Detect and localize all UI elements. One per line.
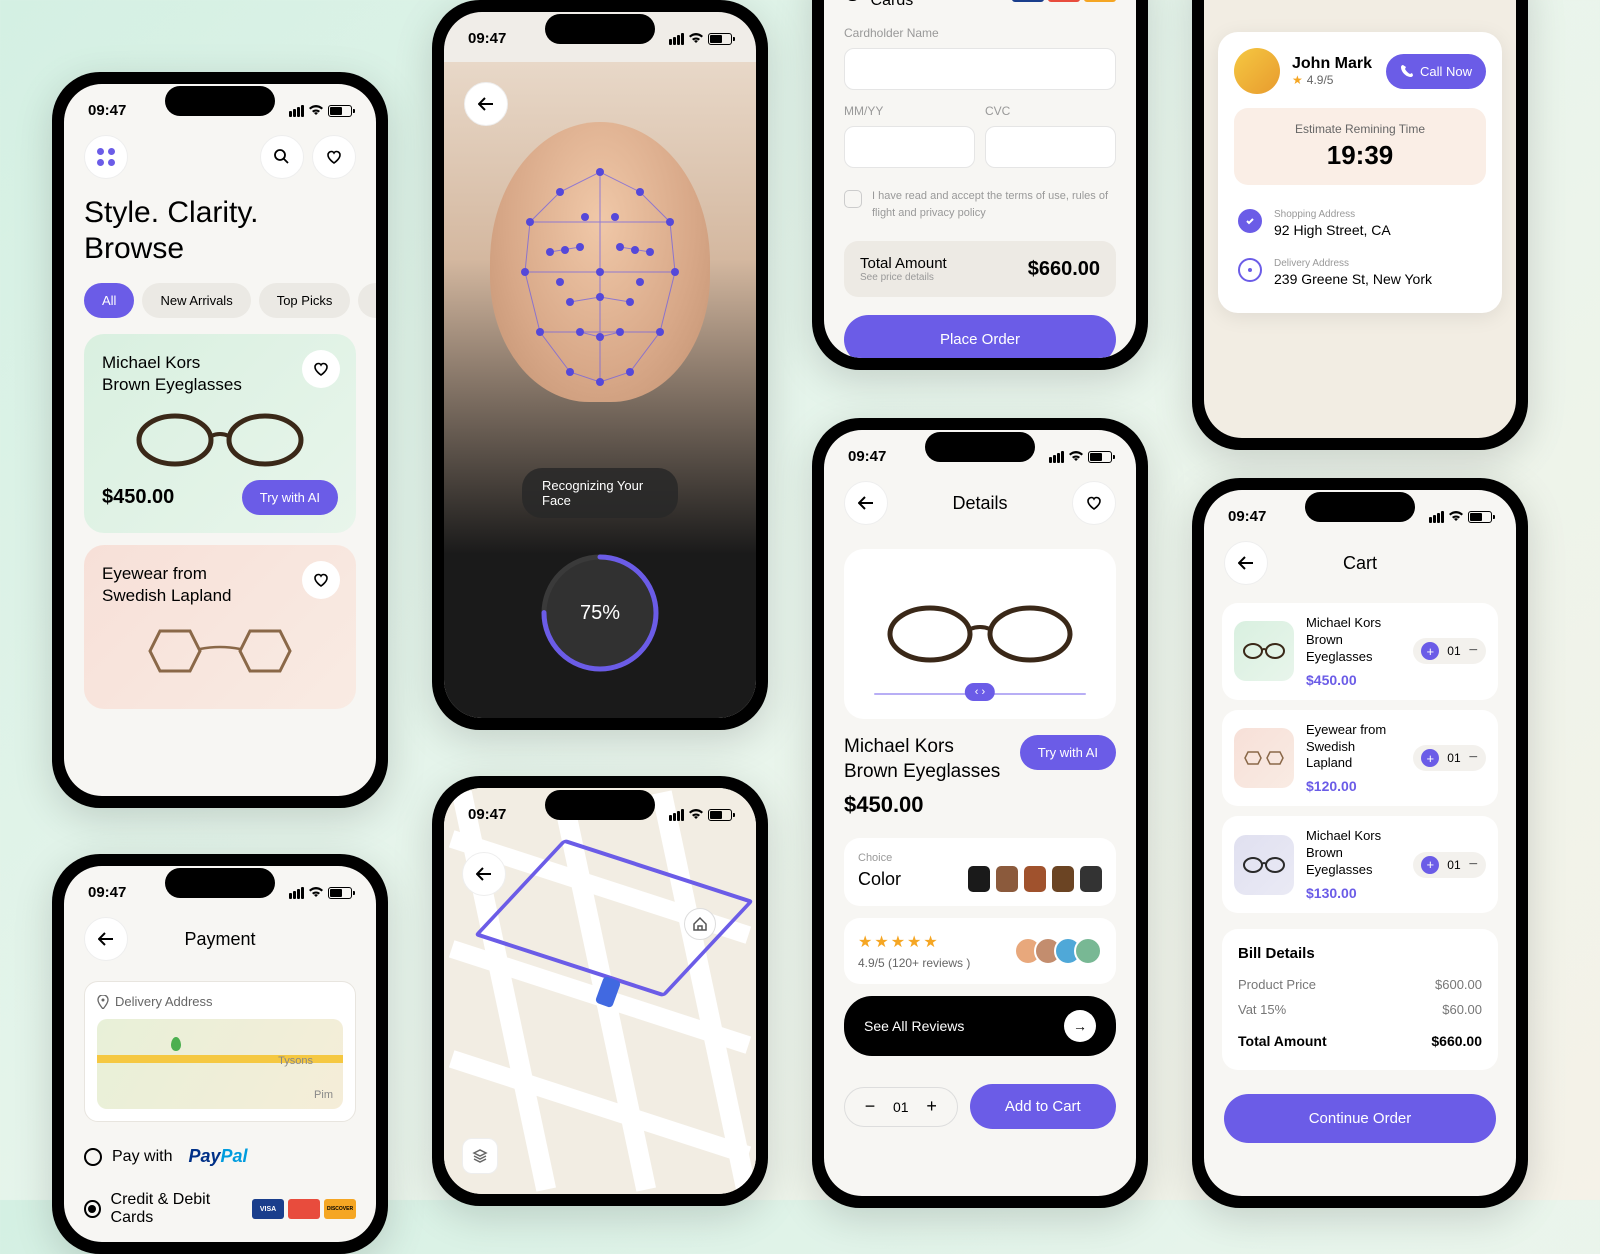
favorite-toggle[interactable]	[302, 561, 340, 599]
cvc-input[interactable]	[985, 126, 1116, 168]
favorite-button[interactable]	[1072, 481, 1116, 525]
driver-rating: ★4.9/5	[1292, 73, 1372, 87]
cart-item[interactable]: Eyewear from Swedish Lapland$120.00 +01−	[1222, 710, 1498, 807]
expiry-input[interactable]	[844, 126, 975, 168]
radio-off-icon	[84, 1148, 102, 1166]
product-price: $450.00	[824, 784, 1136, 826]
payment-method-cards[interactable]: Credit & Debit Cards VISADISCOVER	[824, 0, 1136, 22]
favorites-button[interactable]	[312, 135, 356, 179]
cardholder-input[interactable]	[844, 48, 1116, 90]
quantity-stepper[interactable]: − 01 +	[844, 1087, 958, 1127]
qty-plus[interactable]: +	[1421, 642, 1439, 660]
call-button[interactable]: Call Now	[1386, 54, 1486, 89]
scan-progress: 75%	[545, 558, 655, 668]
delivery-label: Delivery Address	[97, 994, 343, 1009]
try-ai-button[interactable]: Try with AI	[1020, 735, 1116, 770]
bill-details: Bill Details Product Price$600.00 Vat 15…	[1222, 929, 1498, 1070]
glasses-icon	[130, 621, 310, 681]
quantity-stepper[interactable]: +01−	[1413, 852, 1486, 878]
status-time: 09:47	[468, 30, 506, 47]
driver-avatar	[1234, 48, 1280, 94]
payment-method-cards[interactable]: Credit & Debit Cards VISADISCOVER	[64, 1179, 376, 1239]
product-price: $450.00	[102, 486, 174, 509]
back-button[interactable]	[464, 82, 508, 126]
back-button[interactable]	[844, 481, 888, 525]
glasses-icon	[130, 410, 310, 470]
cart-item[interactable]: Michael Kors Brown Eyeglasses$130.00 +01…	[1222, 816, 1498, 913]
product-name: Michael Kors Brown Eyeglasses	[102, 352, 267, 396]
chip-new[interactable]: New Arrivals	[142, 283, 250, 318]
delivery-address: Delivery Address239 Greene St, New York	[1234, 248, 1486, 297]
product-image: ‹ ›	[844, 549, 1116, 719]
arrow-right-icon: →	[1064, 1010, 1096, 1042]
color-swatches[interactable]	[968, 866, 1102, 892]
cart-item[interactable]: Michael Kors Brown Eyeglasses$450.00 +01…	[1222, 603, 1498, 700]
shopping-address: Shopping Address92 High Street, CA	[1234, 199, 1486, 248]
product-name: Michael Kors Brown Eyeglasses	[844, 735, 1007, 784]
product-card[interactable]: Michael Kors Brown Eyeglasses $450.00 Tr…	[84, 334, 356, 533]
chip-women[interactable]: Women	[358, 283, 376, 318]
review-count: 4.9/5 (120+ reviews )	[858, 956, 970, 970]
paypal-logo: PayPal	[188, 1146, 247, 1167]
page-title: Payment	[138, 929, 302, 950]
choice-name: Color	[858, 869, 901, 890]
payment-method-paypal[interactable]: Pay with PayPal	[64, 1134, 376, 1179]
back-button[interactable]	[462, 852, 506, 896]
quantity-stepper[interactable]: +01−	[1413, 745, 1486, 771]
qty-plus[interactable]: +	[921, 1096, 943, 1118]
slider-thumb[interactable]: ‹ ›	[965, 683, 995, 701]
add-to-cart-button[interactable]: Add to Cart	[970, 1084, 1116, 1129]
try-ai-button[interactable]: Try with AI	[242, 480, 338, 515]
tracking-map[interactable]	[444, 788, 756, 1194]
reviewer-avatars	[1022, 937, 1102, 965]
product-name: Eyewear from Swedish Lapland	[102, 563, 267, 607]
driver-name: John Mark	[1292, 55, 1372, 73]
qty-minus[interactable]: −	[1469, 642, 1478, 660]
terms-text: I have read and accept the terms of use,…	[872, 188, 1116, 221]
hero-title: Style. Clarity. Browse	[64, 187, 376, 283]
see-reviews-button[interactable]: See All Reviews →	[844, 996, 1116, 1056]
status-time: 09:47	[88, 102, 126, 119]
favorite-toggle[interactable]	[302, 350, 340, 388]
menu-button[interactable]	[84, 135, 128, 179]
star-rating: ★★★★★	[858, 932, 970, 952]
scan-status: Recognizing Your Face	[522, 468, 678, 518]
total-summary: Total AmountSee price details $660.00	[844, 241, 1116, 297]
quantity-stepper[interactable]: +01−	[1413, 638, 1486, 664]
product-card[interactable]: Eyewear from Swedish Lapland	[84, 545, 356, 709]
place-order-button[interactable]: Place Order	[844, 315, 1116, 358]
field-label: Cardholder Name	[824, 22, 1136, 44]
page-title: Cart	[1278, 553, 1442, 574]
search-button[interactable]	[260, 135, 304, 179]
status-icons	[289, 105, 352, 117]
radio-on-icon	[84, 1200, 101, 1218]
continue-order-button[interactable]: Continue Order	[1224, 1094, 1496, 1143]
map-layers-button[interactable]	[462, 1138, 498, 1174]
back-button[interactable]	[84, 917, 128, 961]
qty-minus[interactable]: −	[859, 1096, 881, 1118]
chip-top[interactable]: Top Picks	[259, 283, 351, 318]
radio-on-icon	[844, 0, 861, 1]
chip-all[interactable]: All	[84, 283, 134, 318]
face-mesh	[490, 122, 710, 402]
terms-checkbox[interactable]	[844, 190, 862, 208]
back-button[interactable]	[1224, 541, 1268, 585]
eta-box: Estimate Remining Time 19:39	[1234, 108, 1486, 185]
delivery-map[interactable]: Tysons Pim	[97, 1019, 343, 1109]
destination-pin	[684, 908, 716, 940]
page-title: Details	[898, 493, 1062, 514]
